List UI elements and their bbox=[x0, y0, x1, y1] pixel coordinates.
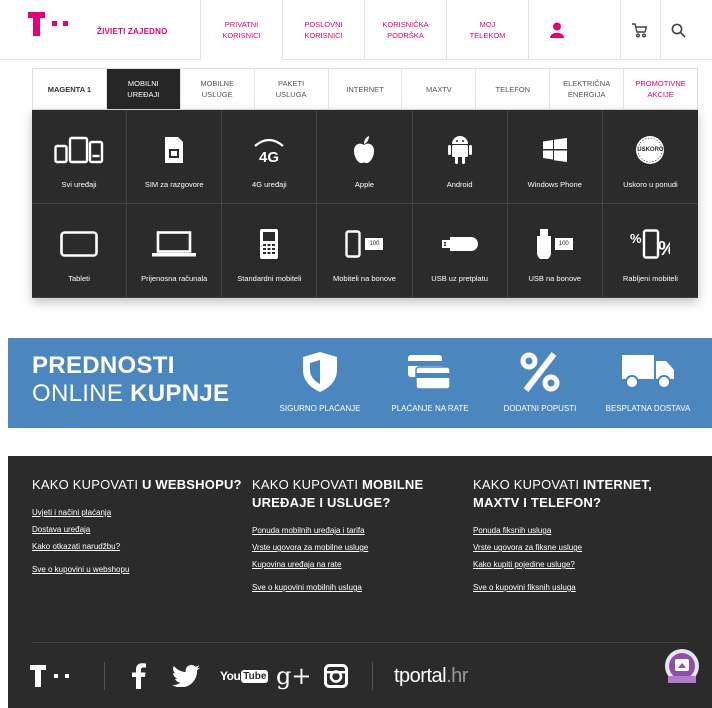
footer-col-mobile: KAKO KUPOVATI MOBILNE UREĐAJE I USLUGE? … bbox=[252, 476, 462, 600]
cart-icon[interactable] bbox=[620, 0, 656, 60]
instagram-icon[interactable] bbox=[324, 662, 348, 690]
svg-text:%: % bbox=[630, 231, 642, 246]
footer-link-all[interactable]: Sve o kupovini fiksnih usluga bbox=[473, 583, 683, 592]
banner-title-line1: PREDNOSTI bbox=[32, 352, 175, 379]
prepaid-phone-icon: 100 bbox=[317, 228, 411, 260]
site-header: ŽIVIETI ZAJEDNO PRIVATNI KORISNICI POSLO… bbox=[0, 0, 712, 60]
top-navigation: PRIVATNI KORISNICI POSLOVNI KORISNICI KO… bbox=[200, 0, 528, 60]
category-prijenosna-racunala[interactable]: Prijenosna računala bbox=[127, 204, 223, 298]
svg-text:4G: 4G bbox=[259, 149, 279, 164]
tab-maxtv[interactable]: MAXTV bbox=[401, 69, 475, 109]
footer-link[interactable]: Dostava uređaja bbox=[32, 525, 242, 534]
nav-moj-telekom[interactable]: MOJ TELEKOM bbox=[446, 0, 528, 60]
android-icon bbox=[413, 134, 507, 166]
tab-promotivne-akcije[interactable]: PROMOTIVNE AKCIJE bbox=[623, 69, 697, 109]
footer-divider bbox=[32, 642, 688, 643]
category-usb-uz-pretplatu[interactable]: USB uz pretplatu bbox=[412, 204, 508, 298]
brand-slogan: ŽIVIETI ZAJEDNO bbox=[97, 27, 168, 36]
category-sim-za-razgovore[interactable]: SIM za razgovore bbox=[127, 110, 223, 204]
laptop-icon bbox=[127, 228, 221, 260]
bonus-voucher-100-usb: 100 bbox=[554, 238, 573, 250]
category-usb-na-bonove[interactable]: 100 USB na bonove bbox=[507, 204, 603, 298]
site-footer: KAKO KUPOVATI U WEBSHOPU? Uvjeti i način… bbox=[8, 456, 712, 708]
footer-col-webshop: KAKO KUPOVATI U WEBSHOPU? Uvjeti i način… bbox=[32, 476, 242, 582]
tab-mobilne-usluge[interactable]: MOBILNE USLUGE bbox=[179, 69, 254, 109]
footer-link[interactable]: Ponuda mobilnih uređaja i tarifa bbox=[252, 526, 462, 535]
used-phone-percent-icon: %% bbox=[603, 228, 698, 260]
online-benefits-banner: PREDNOSTI ONLINE KUPNJE SIGURNO PLAĆANJE… bbox=[8, 338, 712, 428]
nav-korisnicka-podrska[interactable]: KORISNIČKA PODRŠKA bbox=[364, 0, 446, 60]
category-tableti[interactable]: Tableti bbox=[32, 204, 128, 298]
feature-phone-icon bbox=[222, 228, 316, 260]
telekom-footer-logo[interactable] bbox=[30, 662, 84, 690]
category-mobiteli-na-bonove[interactable]: 100 Mobiteli na bonove bbox=[317, 204, 413, 298]
telekom-logo[interactable] bbox=[28, 12, 86, 42]
benefit-besplatna-dostava: BESPLATNA DOSTAVA bbox=[596, 348, 700, 413]
prepaid-usb-icon: 100 bbox=[508, 228, 602, 260]
sim-card-icon bbox=[127, 134, 221, 166]
banner-title-line2: ONLINE KUPNJE bbox=[32, 380, 230, 407]
twitter-icon[interactable] bbox=[172, 662, 200, 690]
percent-icon bbox=[492, 348, 588, 396]
footer-link-all[interactable]: Sve o kupovini mobilnih usluga bbox=[252, 583, 462, 592]
tab-internet[interactable]: INTERNET bbox=[327, 69, 402, 109]
benefit-placanje-na-rate: PLAĆANJE NA RATE bbox=[382, 348, 478, 413]
footer-link[interactable]: Vrste ugovora za fiksne usluge bbox=[473, 543, 683, 552]
tab-elektricna-energija[interactable]: ELEKTRIČNA ENERGIJA bbox=[549, 69, 623, 109]
benefit-dodatni-popusti: DODATNI POPUSTI bbox=[492, 348, 588, 413]
category-rabljeni-mobiteli[interactable]: %% Rabljeni mobiteli bbox=[602, 204, 698, 298]
windows-icon bbox=[508, 134, 602, 166]
footer-link[interactable]: Kako otkazati narudžbu? bbox=[32, 542, 242, 551]
device-category-grid: Svi uređaji SIM za razgovore 4G 4G uređa… bbox=[32, 110, 698, 298]
footer-link[interactable]: Kupovina uređaja na rate bbox=[252, 560, 462, 569]
facebook-icon[interactable] bbox=[132, 662, 146, 690]
credit-cards-icon bbox=[382, 348, 478, 396]
tab-magenta-1[interactable]: MAGENTA 1 bbox=[33, 69, 106, 109]
category-svi-uredaji[interactable]: Svi uređaji bbox=[32, 110, 128, 204]
footer-link[interactable]: Vrste ugovora za mobilne usluge bbox=[252, 543, 462, 552]
badge-icon[interactable] bbox=[664, 649, 700, 683]
footer-link[interactable]: Uvjeti i načini plaćanja bbox=[32, 508, 242, 517]
category-apple[interactable]: Apple bbox=[317, 110, 413, 204]
nav-poslovni-korisnici[interactable]: POSLOVNI KORISNICI bbox=[282, 0, 364, 60]
category-standardni-mobiteli[interactable]: Standardni mobiteli bbox=[222, 204, 318, 298]
tportal-logo[interactable]: tportal .hr bbox=[394, 662, 468, 690]
tab-mobilni-uredaji[interactable]: MOBILNI UREĐAJI bbox=[105, 69, 180, 109]
footer-separator bbox=[372, 662, 373, 690]
apple-icon bbox=[317, 134, 411, 166]
footer-col-title: KAKO KUPOVATI U WEBSHOPU? bbox=[32, 477, 242, 492]
footer-col-fixed: KAKO KUPOVATI INTERNET, MAXTV I TELEFON?… bbox=[473, 476, 683, 600]
footer-link[interactable]: Kako kupiti pojedine usluge? bbox=[473, 560, 683, 569]
category-tabs: MAGENTA 1 MOBILNI UREĐAJI MOBILNE USLUGE… bbox=[32, 68, 698, 110]
footer-separator bbox=[104, 662, 105, 690]
shield-icon bbox=[272, 348, 368, 396]
svg-text:%: % bbox=[658, 238, 670, 259]
category-windows-phone[interactable]: Windows Phone bbox=[507, 110, 603, 204]
tab-telefon[interactable]: TELEFON bbox=[475, 69, 549, 109]
youtube-icon[interactable]: You Tube bbox=[220, 662, 269, 690]
footer-social-bar: You Tube g+ tportal .hr bbox=[8, 648, 712, 704]
4g-icon: 4G bbox=[222, 134, 316, 166]
user-icon[interactable] bbox=[528, 0, 584, 60]
devices-icon bbox=[32, 134, 126, 166]
uskoro-badge-text: USKORO bbox=[637, 147, 664, 153]
bonus-voucher-100: 100 bbox=[365, 238, 384, 250]
category-4g-uredaji[interactable]: 4G 4G uređaji bbox=[222, 110, 318, 204]
tablet-icon bbox=[32, 228, 126, 260]
footer-link[interactable]: Ponuda fiksnih usluga bbox=[473, 526, 683, 535]
delivery-truck-icon bbox=[596, 348, 700, 396]
category-android[interactable]: Android bbox=[412, 110, 508, 204]
uskoro-badge-icon: USKORO bbox=[603, 134, 698, 166]
tab-paketi-usluga[interactable]: PAKETI USLUGA bbox=[253, 69, 328, 109]
google-plus-icon[interactable]: g+ bbox=[276, 662, 311, 690]
search-icon[interactable] bbox=[660, 0, 696, 60]
footer-col-title: KAKO KUPOVATI MOBILNE UREĐAJE I USLUGE? bbox=[252, 477, 424, 510]
nav-privatni-korisnici[interactable]: PRIVATNI KORISNICI bbox=[200, 0, 282, 60]
benefit-sigurno-placanje: SIGURNO PLAĆANJE bbox=[272, 348, 368, 413]
usb-stick-icon bbox=[413, 228, 507, 260]
footer-col-title: KAKO KUPOVATI INTERNET, MAXTV I TELEFON? bbox=[473, 477, 652, 510]
footer-link-all[interactable]: Sve o kupovini u webshopu bbox=[32, 565, 242, 574]
category-uskoro-u-ponudi[interactable]: USKORO Uskoro u ponudi bbox=[602, 110, 698, 204]
